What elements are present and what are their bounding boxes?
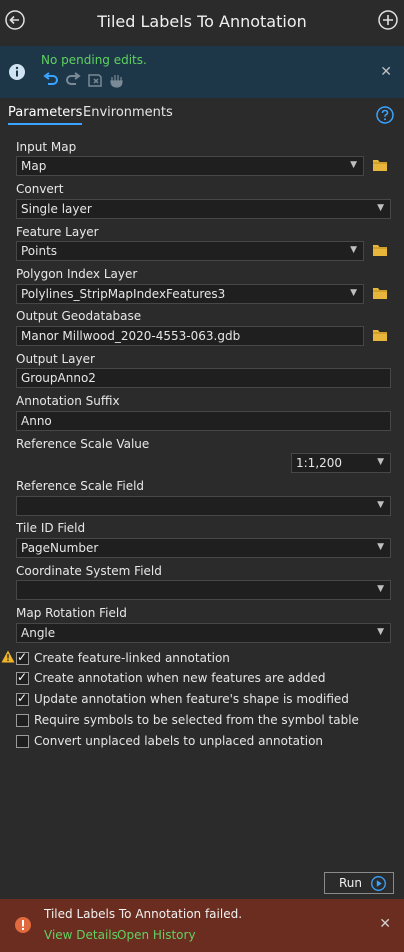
undo-icon[interactable]: [42, 72, 60, 88]
coordinate-system-field-label: Coordinate System Field: [16, 564, 162, 578]
convert-dropdown[interactable]: Single layer ▼: [16, 199, 391, 219]
chevron-down-icon: ▼: [350, 288, 357, 298]
output-layer-value: GroupAnno2: [21, 371, 96, 385]
polygon-index-layer-dropdown[interactable]: Polylines_StripMapIndexFeatures3 ▼: [16, 284, 364, 304]
chevron-down-icon: ▼: [377, 584, 384, 594]
feature-layer-dropdown[interactable]: Points ▼: [16, 241, 364, 261]
input-map-label: Input Map: [16, 140, 77, 154]
edit-toolbar: [42, 71, 126, 89]
output-geodatabase-label: Output Geodatabase: [16, 309, 142, 323]
tool-header: Tiled Labels To Annotation: [0, 0, 404, 46]
help-icon[interactable]: [376, 106, 394, 124]
input-map-value: Map: [21, 159, 47, 173]
discard-edits-icon[interactable]: [108, 72, 126, 88]
run-button[interactable]: Run: [324, 872, 394, 894]
annotation-suffix-value: Anno: [21, 414, 52, 428]
checkbox-row[interactable]: Convert unplaced labels to unplaced anno…: [16, 733, 323, 749]
add-circle-icon[interactable]: [377, 9, 399, 31]
tile-id-field-label: Tile ID Field: [16, 521, 86, 535]
error-icon: [15, 917, 31, 933]
tab-environments[interactable]: Environments: [83, 105, 173, 120]
output-geodatabase-value: Manor Millwood_2020-4553-063.gdb: [21, 329, 241, 343]
checkbox-checked[interactable]: [16, 670, 29, 685]
run-button-label: Run: [339, 876, 363, 890]
save-edits-icon[interactable]: [86, 72, 104, 88]
tile-id-field-dropdown[interactable]: PageNumber ▼: [16, 538, 391, 558]
edit-status-message: No pending edits.: [41, 53, 147, 67]
reference-scale-field-label: Reference Scale Field: [16, 479, 145, 493]
convert-label: Convert: [16, 182, 64, 196]
reference-scale-value-value: 1:1,200: [296, 456, 343, 470]
tab-bar: Parameters Environments: [0, 101, 404, 127]
info-icon: [9, 64, 25, 80]
tab-parameters[interactable]: Parameters: [8, 105, 83, 125]
checkbox-label: Convert unplaced labels to unplaced anno…: [34, 734, 324, 748]
chevron-down-icon: ▼: [377, 457, 384, 467]
reference-scale-field-dropdown[interactable]: ▼: [16, 496, 391, 516]
redo-icon[interactable]: [64, 72, 82, 88]
checkbox-label: Update annotation when feature's shape i…: [34, 692, 349, 706]
chevron-down-icon: ▼: [350, 160, 357, 170]
checkbox-row[interactable]: Create annotation when new features are …: [16, 670, 326, 686]
feature-layer-value: Points: [21, 244, 58, 258]
folder-icon[interactable]: [372, 243, 388, 257]
folder-icon[interactable]: [372, 328, 388, 342]
input-map-dropdown[interactable]: Map ▼: [16, 156, 364, 176]
view-details-link[interactable]: View Details: [44, 928, 118, 942]
output-layer-label: Output Layer: [16, 352, 95, 366]
map-rotation-field-dropdown[interactable]: Angle ▼: [16, 623, 391, 643]
output-geodatabase-input[interactable]: Manor Millwood_2020-4553-063.gdb: [16, 326, 364, 346]
banner-close-icon[interactable]: ✕: [380, 64, 392, 80]
polygon-index-layer-value: Polylines_StripMapIndexFeatures3: [21, 287, 226, 301]
back-arrow-icon[interactable]: [4, 9, 26, 31]
error-message: Tiled Labels To Annotation failed.: [44, 907, 243, 921]
convert-value: Single layer: [21, 202, 92, 216]
reference-scale-value-label: Reference Scale Value: [16, 437, 150, 451]
edit-status-banner: No pending edits. ✕: [0, 46, 404, 98]
annotation-suffix-label: Annotation Suffix: [16, 394, 120, 408]
tile-id-field-value: PageNumber: [21, 541, 99, 555]
checkbox-unchecked[interactable]: [16, 713, 29, 727]
open-history-link[interactable]: Open History: [117, 928, 196, 942]
checkbox-checked[interactable]: [16, 691, 29, 706]
folder-icon[interactable]: [372, 286, 388, 300]
map-rotation-field-value: Angle: [21, 626, 56, 640]
chevron-down-icon: ▼: [377, 203, 384, 213]
chevron-down-icon: ▼: [377, 500, 384, 510]
checkbox-label: Create annotation when new features are …: [34, 671, 326, 685]
error-banner: Tiled Labels To Annotation failed. View …: [0, 899, 404, 952]
checkbox-checked[interactable]: [16, 650, 29, 665]
chevron-down-icon: ▼: [377, 542, 384, 552]
checkbox-unchecked[interactable]: [16, 734, 29, 748]
checkbox-row[interactable]: Require symbols to be selected from the …: [16, 712, 359, 728]
annotation-suffix-input[interactable]: Anno: [16, 411, 391, 431]
coordinate-system-field-dropdown[interactable]: ▼: [16, 580, 391, 600]
checkbox-row[interactable]: Update annotation when feature's shape i…: [16, 691, 349, 707]
error-close-icon[interactable]: ✕: [379, 916, 391, 932]
chevron-down-icon: ▼: [350, 245, 357, 255]
reference-scale-value-dropdown[interactable]: 1:1,200 ▼: [291, 453, 391, 473]
feature-layer-label: Feature Layer: [16, 225, 99, 239]
checkbox-label: Create feature-linked annotation: [34, 651, 230, 665]
folder-icon[interactable]: [372, 158, 388, 172]
polygon-index-layer-label: Polygon Index Layer: [16, 267, 138, 281]
play-icon: [371, 876, 386, 891]
checkbox-row[interactable]: Create feature-linked annotation: [16, 650, 230, 666]
checkbox-label: Require symbols to be selected from the …: [34, 713, 359, 727]
map-rotation-field-label: Map Rotation Field: [16, 606, 127, 620]
warning-icon: [1, 650, 15, 663]
page-title: Tiled Labels To Annotation: [97, 12, 307, 31]
output-layer-input[interactable]: GroupAnno2: [16, 368, 391, 388]
chevron-down-icon: ▼: [377, 627, 384, 637]
